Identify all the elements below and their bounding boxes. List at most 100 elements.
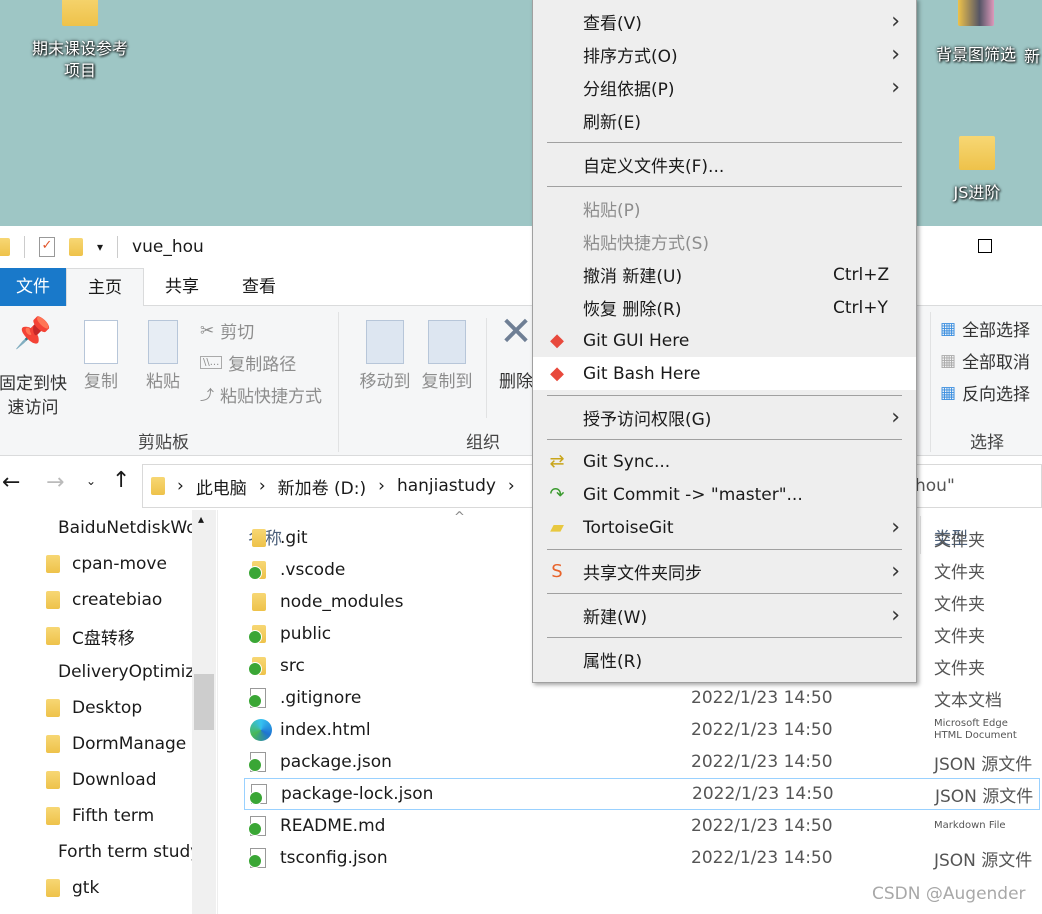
nav-scrollbar[interactable]: ▴	[192, 510, 216, 914]
menu-item-label: 自定义文件夹(F)...	[583, 157, 725, 177]
copy-button[interactable]: 复制	[78, 320, 124, 394]
menu-item[interactable]: 粘贴(P)	[533, 192, 916, 225]
nav-item[interactable]: createbiao	[46, 582, 192, 618]
menu-item-label: Git Sync...	[583, 451, 671, 472]
tab-share[interactable]: 共享	[144, 268, 220, 306]
properties-icon[interactable]: ✓	[39, 237, 55, 257]
nav-item[interactable]: Fifth term	[46, 798, 192, 834]
paste-button[interactable]: 粘贴	[140, 320, 186, 394]
menu-item[interactable]: 自定义文件夹(F)...	[533, 148, 916, 181]
cut-button[interactable]: ✂ 剪切	[200, 318, 254, 344]
menu-item[interactable]: ⇄ Git Sync...	[533, 445, 916, 478]
menu-item[interactable]: 授予访问权限(G) ›	[533, 401, 916, 434]
path-icon: \\...	[200, 356, 223, 369]
nav-item[interactable]: DeliveryOptimization	[46, 654, 192, 690]
file-type: JSON 源文件	[934, 850, 1033, 871]
folder-icon	[958, 0, 994, 26]
pin-quick-access-button[interactable]: 📌 固定到快速访问	[0, 319, 70, 420]
breadcrumb-this-pc[interactable]: 此电脑	[196, 474, 247, 499]
invert-selection-button[interactable]: ▦ 反向选择	[940, 380, 1030, 406]
maximize-button[interactable]	[978, 239, 992, 253]
file-name: node_modules	[280, 592, 404, 612]
menu-item[interactable]: ↷ Git Commit -> "master"...	[533, 478, 916, 511]
submenu-chevron-icon: ›	[891, 9, 900, 34]
folder-icon	[46, 627, 60, 645]
menu-separator	[533, 544, 916, 555]
menu-item[interactable]: 分组依据(P) ›	[533, 71, 916, 104]
file-name: .vscode	[280, 560, 346, 580]
desktop-icon-backgrounds[interactable]: 背景图筛选	[926, 0, 1026, 66]
nav-item[interactable]: Desktop	[46, 690, 192, 726]
menu-item[interactable]: 查看(V) ›	[533, 5, 916, 38]
nav-item[interactable]: C盘转移	[46, 618, 192, 654]
desktop-icon-new[interactable]: 新	[1024, 46, 1040, 68]
select-none-button[interactable]: ▦ 全部取消	[940, 348, 1030, 374]
breadcrumb-hanjiastudy[interactable]: hanjiastudy	[397, 476, 496, 496]
folder-icon	[62, 0, 98, 26]
up-arrow-icon[interactable]: ↑	[112, 468, 130, 493]
file-date: 2022/1/23 14:50	[691, 720, 833, 740]
menu-item[interactable]: 粘贴快捷方式(S)	[533, 225, 916, 258]
copy-path-button[interactable]: \\... 复制路径	[200, 350, 296, 375]
back-arrow-icon[interactable]: ←	[2, 470, 20, 495]
menu-item[interactable]: 属性(R)	[533, 643, 916, 676]
recent-locations-chevron-icon[interactable]: ⌄	[86, 474, 96, 488]
file-row[interactable]: package-lock.json 2022/1/23 14:50 JSON 源文件	[244, 778, 1040, 810]
customize-quick-access-button[interactable]: ▾	[97, 240, 103, 254]
submenu-chevron-icon: ›	[891, 559, 900, 584]
copy-icon	[84, 320, 118, 364]
select-all-button[interactable]: ▦ 全部选择	[940, 316, 1030, 342]
menu-item[interactable]: S 共享文件夹同步 ›	[533, 555, 916, 588]
clipboard-icon	[148, 320, 178, 364]
menu-item[interactable]: ◆ Git GUI Here	[533, 324, 916, 357]
desktop-icon-js[interactable]: JS进阶	[932, 136, 1022, 204]
new-folder-icon[interactable]	[69, 238, 83, 256]
tab-home[interactable]: 主页	[66, 268, 144, 307]
scroll-up-icon[interactable]: ▴	[198, 512, 204, 526]
nav-item[interactable]: BaiduNetdiskWorkspace	[46, 510, 192, 546]
nav-item[interactable]: Download	[46, 762, 192, 798]
menu-item[interactable]: ◆ Git Bash Here	[533, 357, 916, 390]
file-row[interactable]: README.md 2022/1/23 14:50 Markdown File	[244, 810, 1040, 842]
nav-item[interactable]: DormManage	[46, 726, 192, 762]
paste-shortcut-button[interactable]: ⤴ 粘贴快捷方式	[200, 382, 322, 407]
nav-item-label: DormManage	[72, 734, 187, 754]
nav-item[interactable]: cpan-move	[46, 546, 192, 582]
file-type: 文件夹	[934, 594, 985, 615]
menu-item[interactable]: 恢复 删除(R) Ctrl+Y	[533, 291, 916, 324]
folder-icon	[46, 735, 60, 753]
forward-arrow-icon[interactable]: →	[46, 470, 64, 495]
file-type: 文件夹	[934, 530, 985, 551]
folder-icon	[0, 238, 10, 256]
file-row[interactable]: .gitignore 2022/1/23 14:50 文本文档	[244, 682, 1040, 714]
file-date: 2022/1/23 14:50	[691, 848, 833, 868]
folder-icon	[46, 879, 60, 897]
search-box[interactable]: hou"	[915, 476, 955, 496]
move-to-button[interactable]: 移动到	[352, 320, 418, 394]
tab-file[interactable]: 文件	[0, 268, 66, 306]
nav-item-label: Fifth term	[72, 806, 155, 826]
menu-item-label: 新建(W)	[583, 608, 648, 628]
menu-separator	[533, 181, 916, 192]
file-row[interactable]: index.html 2022/1/23 14:50 Microsoft Edge …	[244, 714, 1040, 746]
nav-item-label: BaiduNetdiskWorkspace	[58, 518, 192, 538]
breadcrumb-drive[interactable]: 新加卷 (D:)	[278, 474, 367, 499]
nav-item[interactable]: gtk	[46, 870, 192, 906]
delete-x-icon: ✕	[499, 309, 533, 355]
tab-view[interactable]: 查看	[220, 268, 298, 306]
menu-item[interactable]: 刷新(E)	[533, 104, 916, 137]
file-row[interactable]: tsconfig.json 2022/1/23 14:50 JSON 源文件	[244, 842, 1040, 874]
delete-button[interactable]: ✕ 删除	[496, 309, 536, 394]
menu-item[interactable]: ▰ TortoiseGit ›	[533, 511, 916, 544]
file-row[interactable]: package.json 2022/1/23 14:50 JSON 源文件	[244, 746, 1040, 778]
nav-item-label: Download	[72, 770, 157, 790]
scrollbar-thumb[interactable]	[194, 674, 214, 730]
menu-item[interactable]: 排序方式(O) ›	[533, 38, 916, 71]
menu-item-shortcut: Ctrl+Y	[833, 297, 888, 318]
desktop-icon-project[interactable]: 期末课设参考项目	[20, 0, 140, 82]
menu-item[interactable]: 新建(W) ›	[533, 599, 916, 632]
nav-item[interactable]: Forth term study	[46, 834, 192, 870]
file-name: package.json	[280, 752, 392, 772]
menu-item[interactable]: 撤消 新建(U) Ctrl+Z	[533, 258, 916, 291]
copy-to-button[interactable]: 复制到	[414, 320, 480, 394]
